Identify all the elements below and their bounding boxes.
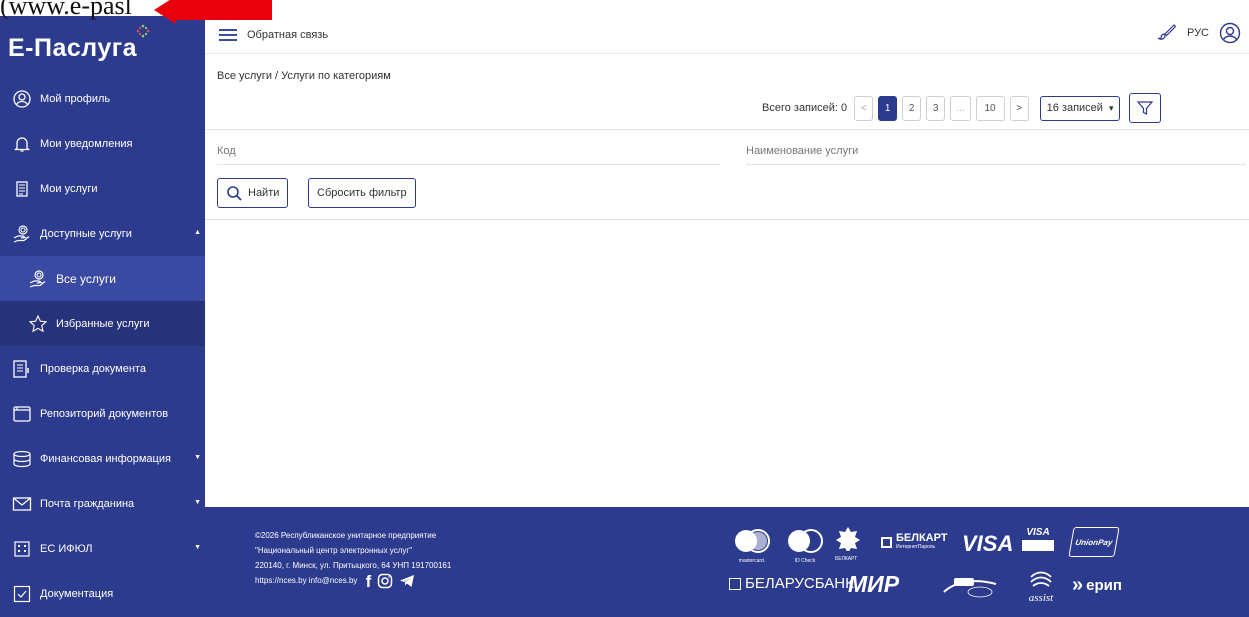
belkart-small-logo: БЕЛКАРТ: [835, 525, 865, 563]
sidebar-item-label: Проверка документа: [40, 362, 146, 375]
folder-icon: [12, 404, 32, 424]
sidebar-item-label: Доступные услуги: [40, 227, 132, 240]
name-field-underline: [746, 164, 1246, 165]
mir-logo: МИР: [848, 571, 900, 597]
checkbox-icon: [12, 584, 32, 604]
instagram-icon[interactable]: [377, 573, 393, 589]
page-button-2[interactable]: 2: [902, 95, 922, 121]
caret-down-icon: ▼: [194, 499, 201, 506]
separator: [205, 129, 1249, 130]
visa-logo: VISA: [962, 531, 1014, 556]
pagination: Всего записей: 0 < 1 2 3 ... 10 > 16 зап…: [762, 93, 1162, 123]
top-header: Обратная связь РУС: [205, 16, 1249, 54]
footer-line-3: 220140, г. Минск, ул. Притыцкого, 64 УНП…: [255, 561, 452, 570]
sidebar-item-mail[interactable]: Почта гражданина ▼: [0, 481, 205, 526]
bell-icon: [12, 134, 32, 154]
menu-burger-icon[interactable]: [219, 28, 237, 41]
building-icon: [12, 539, 32, 559]
sidebar-item-notifications[interactable]: Мои уведомления: [0, 121, 205, 166]
document-check-icon: [12, 359, 32, 379]
next-page-button[interactable]: >: [1009, 95, 1029, 121]
caret-up-icon: ▲: [194, 229, 201, 236]
sidebar-item-label: Все услуги: [56, 271, 116, 286]
hand-coin-icon: [12, 224, 32, 244]
visa-secure-logo: VISA: [1022, 527, 1054, 557]
service-name-filter-input[interactable]: Наименование услуги: [746, 145, 858, 157]
per-page-value: 16 записей: [1046, 102, 1103, 114]
page-button-3[interactable]: 3: [926, 95, 946, 121]
sidebar-item-all-services[interactable]: Все услуги: [0, 256, 205, 301]
sidebar-item-available-services[interactable]: Доступные услуги ▲: [0, 211, 205, 256]
sidebar-item-finance[interactable]: Финансовая информация ▼: [0, 436, 205, 481]
sidebar-item-label: Мои услуги: [40, 182, 98, 195]
erip-logo: » ерип: [1072, 574, 1122, 596]
logo-dots-icon: [136, 24, 150, 38]
caret-down-icon: ▼: [194, 454, 201, 461]
facebook-icon[interactable]: f: [366, 573, 372, 590]
total-records: Всего записей: 0: [762, 102, 848, 114]
sidebar-item-label: ЕС ИФЮЛ: [40, 542, 93, 555]
overlay-caption: (www.e-pasl: [0, 0, 132, 20]
sidebar-item-favorites[interactable]: Избранные услуги: [0, 301, 205, 346]
database-icon: [12, 449, 32, 469]
footer: ©2026 Республиканское унитарное предприя…: [205, 507, 1249, 617]
belarusbank-logo: БЕЛАРУСБАНК: [729, 575, 854, 592]
page-ellipsis: ...: [950, 95, 971, 121]
page-button-10[interactable]: 10: [975, 95, 1005, 121]
telegram-icon[interactable]: [399, 574, 415, 588]
user-circle-icon: [12, 89, 32, 109]
hand-coin-icon: [28, 269, 48, 289]
sidebar-item-es-ifyul[interactable]: ЕС ИФЮЛ ▼: [0, 526, 205, 571]
envelope-icon: [12, 494, 32, 514]
sidebar-item-document-check[interactable]: Проверка документа: [0, 346, 205, 391]
separator: [205, 219, 1249, 220]
prev-page-button[interactable]: <: [854, 95, 874, 121]
sidebar-item-my-services[interactable]: Мои услуги: [0, 166, 205, 211]
caret-down-icon: ▼: [194, 544, 201, 551]
document-list-icon: [12, 179, 32, 199]
sidebar-item-label: Избранные услуги: [56, 317, 150, 330]
find-button[interactable]: Найти: [217, 178, 289, 208]
code-filter-input[interactable]: Код: [217, 145, 236, 157]
feedback-link[interactable]: Обратная связь: [247, 29, 328, 41]
sidebar-item-label: Мои уведомления: [40, 137, 133, 150]
page-button-1[interactable]: 1: [878, 95, 898, 121]
red-arrow-annotation: [154, 0, 272, 24]
logo-text: Е-Паслуга: [8, 34, 138, 62]
filter-button[interactable]: [1129, 93, 1162, 123]
find-label: Найти: [248, 187, 280, 199]
filter-icon: [1137, 101, 1154, 115]
breadcrumb[interactable]: Все услуги / Услуги по категориям: [217, 70, 391, 82]
sidebar-item-profile[interactable]: Мой профиль: [0, 76, 205, 121]
assist-logo: assist: [1023, 571, 1059, 605]
per-page-select[interactable]: 16 записей ▾: [1039, 95, 1121, 121]
footer-info: ©2026 Республиканское унитарное предприя…: [255, 528, 452, 590]
mastercard-logo: mastercard.: [732, 529, 772, 564]
sidebar-item-documentation[interactable]: Документация: [0, 571, 205, 616]
footer-line-1: ©2026 Республиканское унитарное предприя…: [255, 531, 437, 540]
reset-label: Сбросить фильтр: [317, 187, 407, 199]
language-selector[interactable]: РУС: [1187, 27, 1209, 39]
star-icon: [28, 314, 48, 334]
belkart-internet-logo: БЕЛКАРТ ИнтернетПароль: [881, 533, 953, 555]
footer-links[interactable]: https://nces.by info@nces.by: [255, 576, 357, 585]
code-field-underline: [217, 164, 720, 165]
chevron-down-icon: ▾: [1108, 102, 1114, 113]
sidebar-item-label: Мой профиль: [40, 92, 111, 105]
footer-line-2: "Национальный центр электронных услуг": [255, 546, 413, 555]
reset-filter-button[interactable]: Сбросить фильтр: [308, 178, 416, 208]
sidebar-item-label: Репозиторий документов: [40, 407, 169, 420]
sidebar: Е-Паслуга Мой профиль Мои уведомления Мо…: [0, 16, 205, 617]
search-icon: [227, 186, 242, 201]
mir-accept-logo: [940, 574, 1000, 598]
brush-icon[interactable]: [1157, 23, 1177, 43]
unionpay-logo: UnionPay: [1068, 527, 1120, 557]
sidebar-item-repository[interactable]: Репозиторий документов: [0, 391, 205, 436]
account-circle-icon[interactable]: [1219, 22, 1241, 44]
sidebar-item-label: Финансовая информация: [40, 452, 171, 465]
logo[interactable]: Е-Паслуга: [0, 16, 205, 76]
sidebar-item-label: Документация: [40, 587, 114, 600]
mastercard-idcheck-logo: ID Check: [785, 529, 825, 564]
sidebar-item-label: Почта гражданина: [40, 497, 135, 510]
